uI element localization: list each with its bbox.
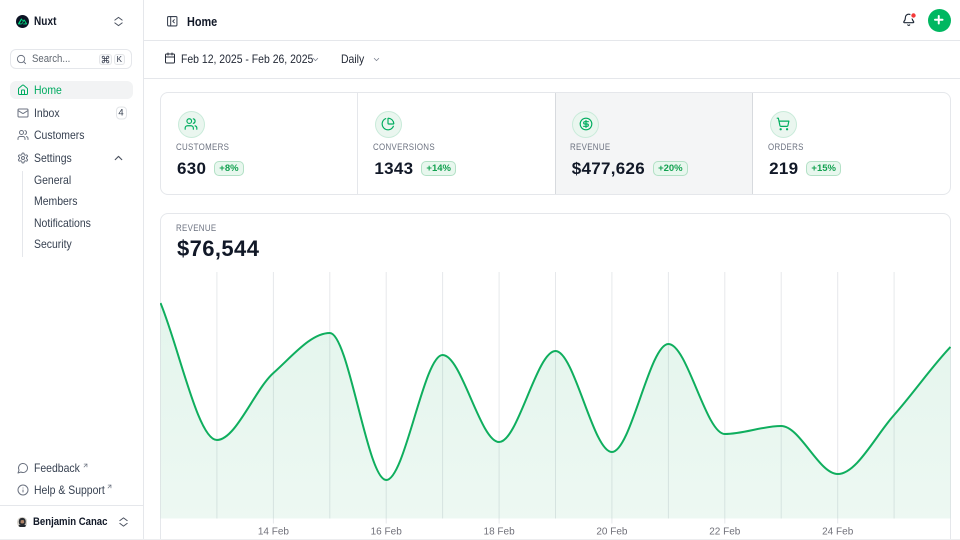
svg-text:24 Feb: 24 Feb	[822, 527, 854, 538]
svg-text:20 Feb: 20 Feb	[596, 527, 628, 538]
svg-text:16 Feb: 16 Feb	[371, 527, 403, 538]
svg-text:14 Feb: 14 Feb	[258, 527, 290, 538]
svg-text:18 Feb: 18 Feb	[484, 527, 516, 538]
svg-text:22 Feb: 22 Feb	[709, 527, 741, 538]
